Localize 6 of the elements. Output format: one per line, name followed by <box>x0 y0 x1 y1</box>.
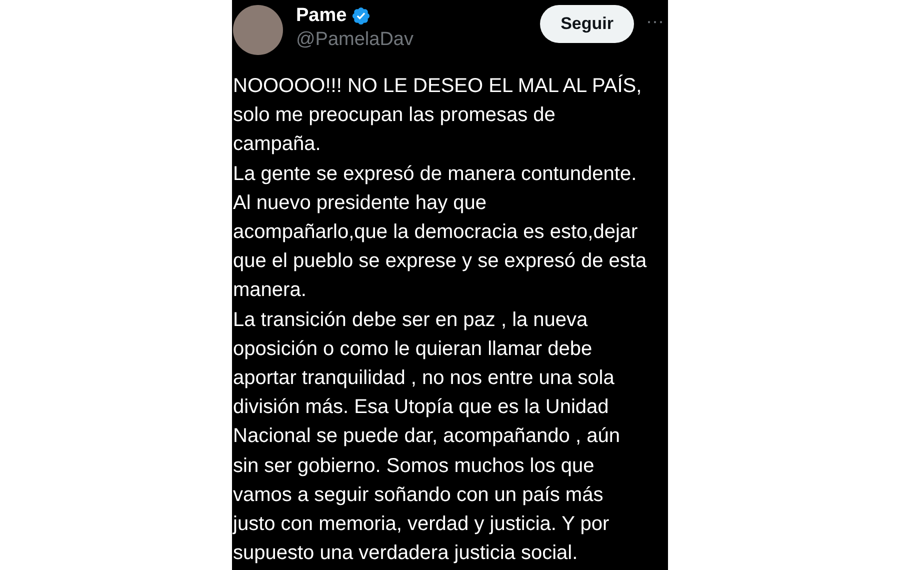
avatar[interactable] <box>233 5 283 55</box>
author-name[interactable]: Pame <box>296 5 347 27</box>
more-button[interactable]: ··· <box>646 11 664 31</box>
tweet-text: NOOOOO!!! NO LE DESEO EL MAL AL PAÍS, solo me preocupan las promesas de campaña. La gente se expresó de manera contundente. Al nuevo presidente hay que acompañarlo,que la democracia es esto,dejar que el pueblo se exprese y se expresó de esta manera. La transición debe ser en paz , la nueva oposición o como le quieran llamar debe aportar tranquilidad , no nos entre una sola división más. Esa Utopía que es la Unidad Nacional se puede dar, acompañando , aún sin ser gobierno. Somos muchos los que vamos a seguir soñando con un país más justo con memoria, verdad y justicia. Y por supuesto una verdadera justicia social. <box>232 74 648 566</box>
follow-button[interactable]: Seguir <box>540 5 634 43</box>
author-handle[interactable]: @PamelaDav <box>296 27 414 53</box>
